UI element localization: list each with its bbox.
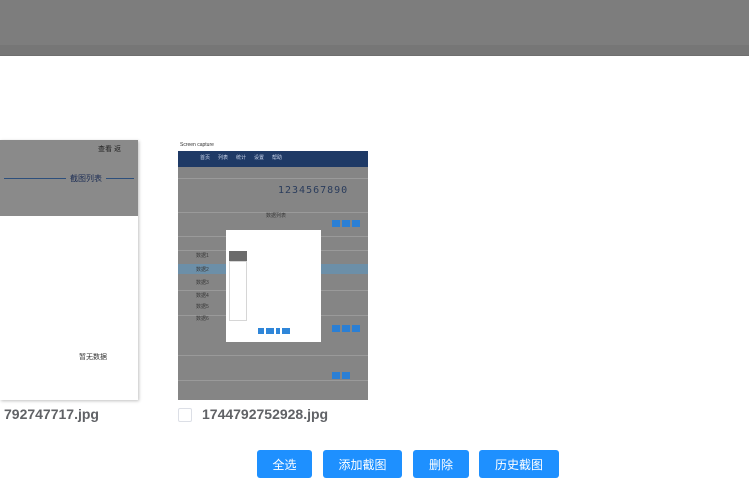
thumbnail-2-row: 数据6 (196, 316, 209, 322)
thumbnail-2-filename: 1744792752928.jpg (202, 406, 329, 422)
thumbnail-2-row: 数据3 (196, 280, 209, 286)
thumbnail-2-big-text: 1234567890 (278, 185, 349, 196)
thumbnail-2-modal-button (258, 328, 264, 334)
thumbnail-2-nav-item: 设置 (254, 155, 265, 161)
thumbnail-2-mini-button (342, 325, 350, 332)
thumbnail-2-row: 数据5 (196, 304, 209, 310)
top-header-bar (0, 0, 749, 56)
thumbnail-2-modal-button (282, 328, 290, 334)
delete-button[interactable]: 删除 (413, 450, 469, 478)
thumbnail-2-grid-line (178, 380, 368, 381)
thumbnail-2-window-title: Screen capture (178, 140, 368, 151)
thumbnail-2-grid-line (178, 355, 368, 356)
thumbnail-2-modal-button (276, 328, 280, 334)
thumbnail-2-table-label: 数据列表 (266, 213, 287, 219)
thumbnail-2-nav-item: 首页 (200, 155, 211, 161)
thumbnail-2-nav-item: 帮助 (272, 155, 283, 161)
select-checkbox[interactable] (178, 408, 192, 422)
select-all-button[interactable]: 全选 (257, 450, 312, 478)
thumbnail-2-row: 数据1 (196, 253, 209, 259)
screenshot-thumbnail-1[interactable]: 截图列表 查看 返 暂无数据 (0, 140, 138, 400)
thumbnail-2-nav-item: 统计 (236, 155, 247, 161)
thumbnail-2-modal-header (229, 251, 247, 261)
thumbnail-2-modal-button (266, 328, 274, 334)
thumbnail-2-mini-button (332, 372, 340, 379)
thumbnail-2-mini-button (342, 372, 350, 379)
thumbnail-2-row: 数据2 (196, 267, 209, 273)
thumbnail-1-middle-text: 暂无数据 (79, 354, 107, 361)
thumbnail-2-grid-line (178, 178, 368, 179)
thumbnail-2-nav-item: 列表 (218, 155, 229, 161)
thumbnail-2-mini-button (352, 325, 360, 332)
thumbnail-2-modal (226, 230, 321, 342)
thumbnail-2-row: 数据4 (196, 293, 209, 299)
thumbnail-2-mini-button (352, 220, 360, 227)
add-screenshot-button[interactable]: 添加截图 (323, 450, 402, 478)
thumbnail-1-filename: 792747717.jpg (4, 406, 99, 422)
screenshot-thumbnail-2[interactable]: Screen capture 首页 列表 统计 设置 帮助 1234567890… (178, 140, 368, 400)
thumbnail-2-mini-button (332, 220, 340, 227)
thumbnail-2-modal-list (229, 261, 247, 321)
thumbnail-2-mini-button (342, 220, 350, 227)
thumbnail-2-mini-button (332, 325, 340, 332)
thumbnail-1-top-right-text: 查看 返 (98, 146, 121, 153)
thumbnail-2-nav-bar: 首页 列表 统计 设置 帮助 (178, 151, 368, 167)
thumbnail-1-title: 截图列表 (66, 173, 106, 184)
history-screenshots-button[interactable]: 历史截图 (479, 450, 559, 478)
